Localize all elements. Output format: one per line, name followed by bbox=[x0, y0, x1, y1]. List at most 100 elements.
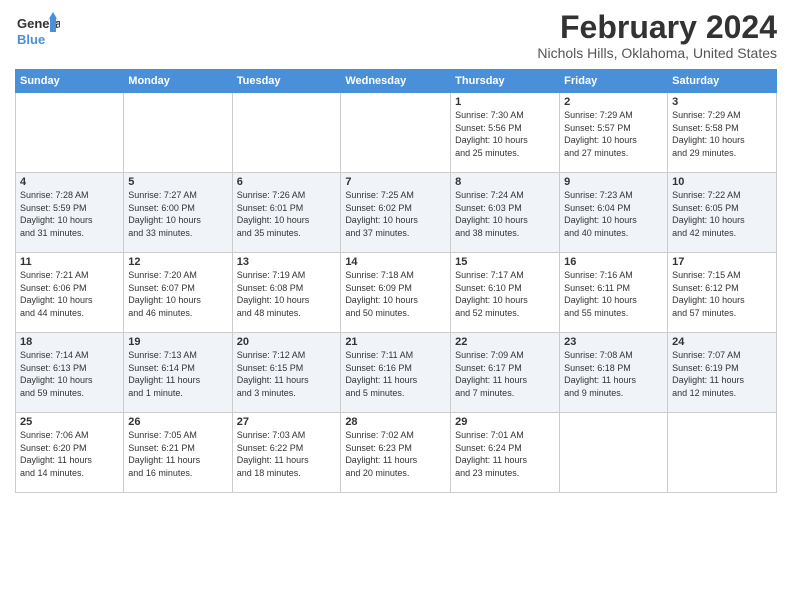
day-info: Sunrise: 7:12 AMSunset: 6:15 PMDaylight:… bbox=[237, 349, 337, 399]
table-row: 9Sunrise: 7:23 AMSunset: 6:04 PMDaylight… bbox=[560, 173, 668, 253]
table-row bbox=[560, 413, 668, 493]
day-info: Sunrise: 7:09 AMSunset: 6:17 PMDaylight:… bbox=[455, 349, 555, 399]
day-info: Sunrise: 7:18 AMSunset: 6:09 PMDaylight:… bbox=[345, 269, 446, 319]
header-friday: Friday bbox=[560, 70, 668, 93]
table-row: 6Sunrise: 7:26 AMSunset: 6:01 PMDaylight… bbox=[232, 173, 341, 253]
logo-svg: General Blue bbox=[15, 10, 60, 50]
header-sunday: Sunday bbox=[16, 70, 124, 93]
table-row: 28Sunrise: 7:02 AMSunset: 6:23 PMDayligh… bbox=[341, 413, 451, 493]
day-info: Sunrise: 7:29 AMSunset: 5:58 PMDaylight:… bbox=[672, 109, 772, 159]
title-section: February 2024 Nichols Hills, Oklahoma, U… bbox=[537, 10, 777, 61]
table-row: 21Sunrise: 7:11 AMSunset: 6:16 PMDayligh… bbox=[341, 333, 451, 413]
day-info: Sunrise: 7:05 AMSunset: 6:21 PMDaylight:… bbox=[128, 429, 227, 479]
day-number: 6 bbox=[237, 176, 337, 188]
table-row bbox=[341, 93, 451, 173]
day-info: Sunrise: 7:24 AMSunset: 6:03 PMDaylight:… bbox=[455, 189, 555, 239]
table-row: 25Sunrise: 7:06 AMSunset: 6:20 PMDayligh… bbox=[16, 413, 124, 493]
day-info: Sunrise: 7:01 AMSunset: 6:24 PMDaylight:… bbox=[455, 429, 555, 479]
day-number: 21 bbox=[345, 336, 446, 348]
day-number: 9 bbox=[564, 176, 663, 188]
header-wednesday: Wednesday bbox=[341, 70, 451, 93]
day-info: Sunrise: 7:13 AMSunset: 6:14 PMDaylight:… bbox=[128, 349, 227, 399]
header-saturday: Saturday bbox=[668, 70, 777, 93]
logo: General Blue bbox=[15, 10, 60, 50]
calendar-header-row: Sunday Monday Tuesday Wednesday Thursday… bbox=[16, 70, 777, 93]
table-row: 18Sunrise: 7:14 AMSunset: 6:13 PMDayligh… bbox=[16, 333, 124, 413]
day-info: Sunrise: 7:22 AMSunset: 6:05 PMDaylight:… bbox=[672, 189, 772, 239]
table-row: 16Sunrise: 7:16 AMSunset: 6:11 PMDayligh… bbox=[560, 253, 668, 333]
day-number: 22 bbox=[455, 336, 555, 348]
calendar-table: Sunday Monday Tuesday Wednesday Thursday… bbox=[15, 69, 777, 493]
day-number: 24 bbox=[672, 336, 772, 348]
table-row bbox=[124, 93, 232, 173]
day-number: 3 bbox=[672, 96, 772, 108]
day-number: 29 bbox=[455, 416, 555, 428]
day-number: 15 bbox=[455, 256, 555, 268]
day-info: Sunrise: 7:21 AMSunset: 6:06 PMDaylight:… bbox=[20, 269, 119, 319]
day-info: Sunrise: 7:08 AMSunset: 6:18 PMDaylight:… bbox=[564, 349, 663, 399]
calendar-week-row: 25Sunrise: 7:06 AMSunset: 6:20 PMDayligh… bbox=[16, 413, 777, 493]
day-info: Sunrise: 7:11 AMSunset: 6:16 PMDaylight:… bbox=[345, 349, 446, 399]
day-number: 7 bbox=[345, 176, 446, 188]
header-tuesday: Tuesday bbox=[232, 70, 341, 93]
day-number: 11 bbox=[20, 256, 119, 268]
day-info: Sunrise: 7:15 AMSunset: 6:12 PMDaylight:… bbox=[672, 269, 772, 319]
day-number: 18 bbox=[20, 336, 119, 348]
table-row: 4Sunrise: 7:28 AMSunset: 5:59 PMDaylight… bbox=[16, 173, 124, 253]
table-row: 29Sunrise: 7:01 AMSunset: 6:24 PMDayligh… bbox=[451, 413, 560, 493]
day-info: Sunrise: 7:14 AMSunset: 6:13 PMDaylight:… bbox=[20, 349, 119, 399]
table-row: 19Sunrise: 7:13 AMSunset: 6:14 PMDayligh… bbox=[124, 333, 232, 413]
day-info: Sunrise: 7:17 AMSunset: 6:10 PMDaylight:… bbox=[455, 269, 555, 319]
day-info: Sunrise: 7:03 AMSunset: 6:22 PMDaylight:… bbox=[237, 429, 337, 479]
day-number: 14 bbox=[345, 256, 446, 268]
table-row: 7Sunrise: 7:25 AMSunset: 6:02 PMDaylight… bbox=[341, 173, 451, 253]
table-row: 8Sunrise: 7:24 AMSunset: 6:03 PMDaylight… bbox=[451, 173, 560, 253]
day-number: 28 bbox=[345, 416, 446, 428]
page-title: February 2024 bbox=[537, 10, 777, 45]
table-row: 2Sunrise: 7:29 AMSunset: 5:57 PMDaylight… bbox=[560, 93, 668, 173]
day-number: 2 bbox=[564, 96, 663, 108]
day-number: 13 bbox=[237, 256, 337, 268]
day-number: 26 bbox=[128, 416, 227, 428]
table-row bbox=[232, 93, 341, 173]
calendar-week-row: 1Sunrise: 7:30 AMSunset: 5:56 PMDaylight… bbox=[16, 93, 777, 173]
day-info: Sunrise: 7:23 AMSunset: 6:04 PMDaylight:… bbox=[564, 189, 663, 239]
svg-text:Blue: Blue bbox=[17, 32, 45, 47]
day-info: Sunrise: 7:07 AMSunset: 6:19 PMDaylight:… bbox=[672, 349, 772, 399]
day-number: 10 bbox=[672, 176, 772, 188]
day-info: Sunrise: 7:16 AMSunset: 6:11 PMDaylight:… bbox=[564, 269, 663, 319]
day-info: Sunrise: 7:30 AMSunset: 5:56 PMDaylight:… bbox=[455, 109, 555, 159]
table-row: 22Sunrise: 7:09 AMSunset: 6:17 PMDayligh… bbox=[451, 333, 560, 413]
calendar-week-row: 18Sunrise: 7:14 AMSunset: 6:13 PMDayligh… bbox=[16, 333, 777, 413]
day-number: 8 bbox=[455, 176, 555, 188]
day-number: 4 bbox=[20, 176, 119, 188]
table-row: 13Sunrise: 7:19 AMSunset: 6:08 PMDayligh… bbox=[232, 253, 341, 333]
table-row: 12Sunrise: 7:20 AMSunset: 6:07 PMDayligh… bbox=[124, 253, 232, 333]
day-info: Sunrise: 7:19 AMSunset: 6:08 PMDaylight:… bbox=[237, 269, 337, 319]
day-number: 5 bbox=[128, 176, 227, 188]
table-row: 27Sunrise: 7:03 AMSunset: 6:22 PMDayligh… bbox=[232, 413, 341, 493]
day-number: 20 bbox=[237, 336, 337, 348]
day-number: 19 bbox=[128, 336, 227, 348]
day-number: 23 bbox=[564, 336, 663, 348]
day-info: Sunrise: 7:28 AMSunset: 5:59 PMDaylight:… bbox=[20, 189, 119, 239]
day-number: 12 bbox=[128, 256, 227, 268]
table-row: 5Sunrise: 7:27 AMSunset: 6:00 PMDaylight… bbox=[124, 173, 232, 253]
calendar-week-row: 4Sunrise: 7:28 AMSunset: 5:59 PMDaylight… bbox=[16, 173, 777, 253]
table-row: 3Sunrise: 7:29 AMSunset: 5:58 PMDaylight… bbox=[668, 93, 777, 173]
day-number: 27 bbox=[237, 416, 337, 428]
day-number: 25 bbox=[20, 416, 119, 428]
table-row: 24Sunrise: 7:07 AMSunset: 6:19 PMDayligh… bbox=[668, 333, 777, 413]
table-row: 14Sunrise: 7:18 AMSunset: 6:09 PMDayligh… bbox=[341, 253, 451, 333]
calendar-week-row: 11Sunrise: 7:21 AMSunset: 6:06 PMDayligh… bbox=[16, 253, 777, 333]
day-number: 16 bbox=[564, 256, 663, 268]
day-number: 17 bbox=[672, 256, 772, 268]
day-info: Sunrise: 7:29 AMSunset: 5:57 PMDaylight:… bbox=[564, 109, 663, 159]
table-row: 10Sunrise: 7:22 AMSunset: 6:05 PMDayligh… bbox=[668, 173, 777, 253]
table-row: 26Sunrise: 7:05 AMSunset: 6:21 PMDayligh… bbox=[124, 413, 232, 493]
table-row bbox=[668, 413, 777, 493]
header-thursday: Thursday bbox=[451, 70, 560, 93]
table-row: 20Sunrise: 7:12 AMSunset: 6:15 PMDayligh… bbox=[232, 333, 341, 413]
header-monday: Monday bbox=[124, 70, 232, 93]
day-info: Sunrise: 7:02 AMSunset: 6:23 PMDaylight:… bbox=[345, 429, 446, 479]
